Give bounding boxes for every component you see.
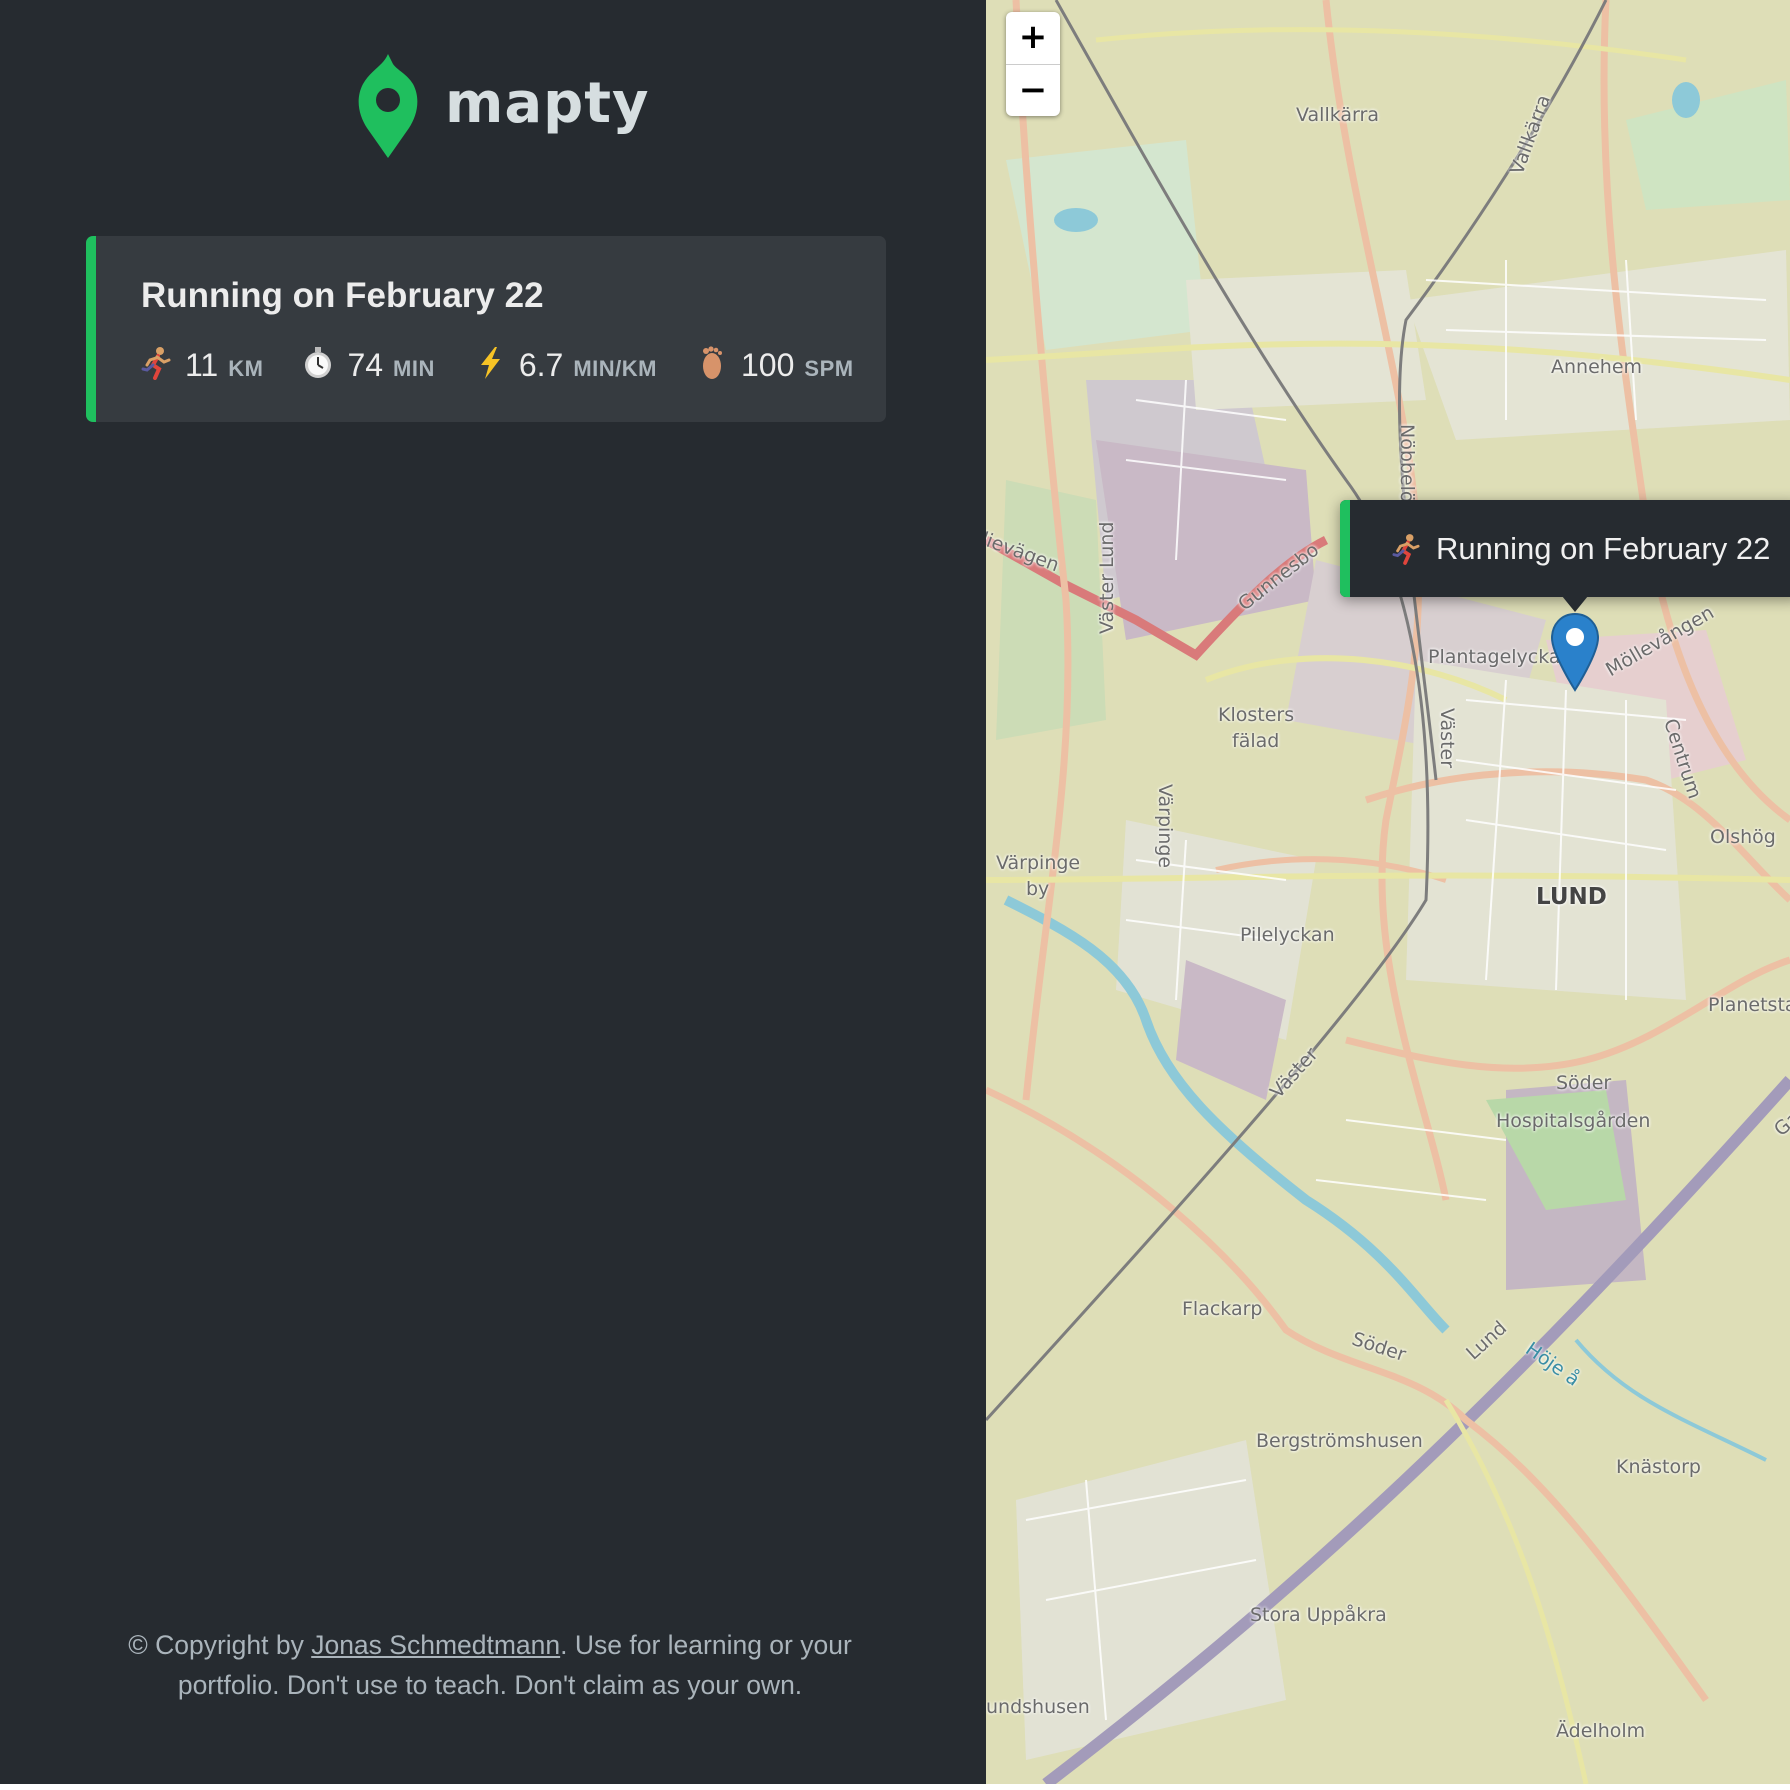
map-label: Värpinge [1154,784,1176,869]
copyright-prefix: © Copyright by [128,1630,312,1660]
map-label: Klosters [1218,704,1295,726]
cadence-value: 100 [741,347,795,383]
stopwatch-icon [305,347,332,378]
workout-detail-pace: 6.7 MIN/KM [475,342,657,384]
logo-text: mapty [445,70,650,136]
workout-detail-distance: 11 KM [141,342,263,384]
map-label: Annehem [1551,356,1643,378]
workout-card[interactable]: Running on February 22 11 KM 74 MIN 6.7 … [86,236,886,422]
map-label: Ädelholm [1556,1720,1646,1742]
zoom-out-button[interactable]: − [1006,64,1060,116]
map-label: Väster [1436,708,1458,769]
map-label-city: LUND [1536,884,1607,910]
map-tiles [986,0,1790,1784]
workout-detail-cadence: 100 SPM [697,342,854,384]
zoom-control: + − [1006,12,1060,116]
duration-unit: MIN [393,356,435,381]
cadence-unit: SPM [804,356,854,381]
distance-unit: KM [228,356,264,381]
popup-text: Running on February 22 [1436,530,1771,566]
distance-value: 11 [185,347,219,383]
map-label: Knästorp [1616,1456,1701,1478]
logo: mapty [357,50,650,160]
copyright: © Copyright by Jonas Schmedtmann. Use fo… [110,1625,870,1705]
map-label: Väster Lund [1096,521,1118,634]
map-label: fälad [1232,730,1280,752]
map[interactable]: Vallkärra Annehem Nöbbelöv Vallkärra Gun… [986,0,1790,1784]
footprint-icon [703,346,722,379]
popup-accent-bar [1340,500,1350,597]
map-marker-icon[interactable] [1550,612,1600,692]
map-label: Hospitalsgården [1496,1110,1651,1132]
map-label: Stora Uppåkra [1250,1604,1387,1626]
map-label: Flackarp [1182,1298,1263,1320]
pace-value: 6.7 [518,347,564,383]
author-link[interactable]: Jonas Schmedtmann [311,1630,560,1660]
map-label: Värpinge [996,852,1081,874]
workout-accent-bar [86,236,96,422]
duration-value: 74 [347,347,384,383]
workout-detail-duration: 74 MIN [303,342,434,384]
map-label: undshusen [986,1696,1090,1718]
map-label: Olshög [1710,826,1776,848]
workout-details: 11 KM 74 MIN 6.7 MIN/KM 100 SPM [141,342,854,384]
map-label: Planetstaden [1708,994,1790,1016]
sidebar: mapty Running on February 22 11 KM 74 MI… [0,0,986,1784]
map-label: Vallkärra [1296,104,1379,126]
lightning-icon [480,347,500,379]
runner-icon [1392,533,1420,565]
map-label: Pilelyckan [1240,924,1335,946]
map-pin-icon [358,54,418,158]
workout-popup[interactable]: Running on February 22 × [1340,500,1790,612]
zoom-in-button[interactable]: + [1006,12,1060,64]
workout-title: Running on February 22 [141,276,544,315]
map-label: by [1026,878,1050,900]
map-label: Bergströmshusen [1256,1430,1423,1452]
popup-content: Running on February 22 [1392,500,1770,597]
map-label: Söder [1556,1072,1612,1094]
runner-icon [141,347,171,380]
pace-unit: MIN/KM [573,356,657,381]
popup-tip [1562,596,1588,612]
